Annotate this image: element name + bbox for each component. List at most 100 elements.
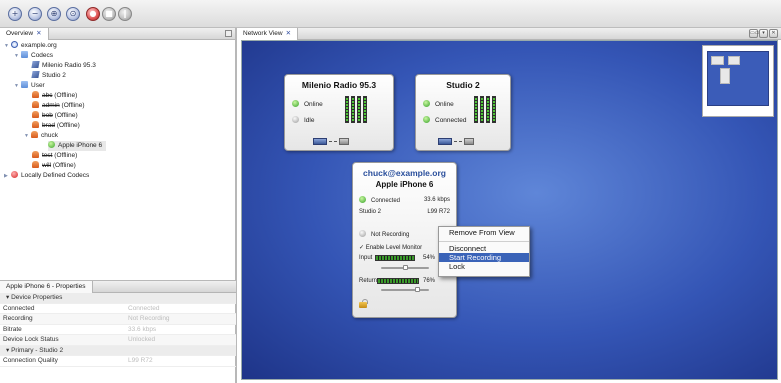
menu-item-start-recording[interactable]: Start Recording [439,253,529,262]
card-title: Milenio Radio 95.3 [301,80,377,90]
user-name: bob [42,112,53,119]
user-icon [32,161,39,168]
unlock-icon[interactable] [359,299,368,308]
minimap-viewport[interactable] [707,51,769,106]
connection-icons [313,138,349,145]
network-canvas[interactable]: Milenio Radio 95.3 Online Idle Studio 2 … [241,40,778,380]
pause-icon[interactable]: ‖ [118,7,132,21]
connected-status-icon [48,141,55,148]
close-window-icon[interactable]: ✕ [769,29,778,38]
tree-item-local-codecs[interactable]: ▶ Locally Defined Codecs [4,171,89,181]
user-icon [32,111,39,118]
return-slider[interactable] [381,287,429,292]
tab-properties[interactable]: Apple iPhone 6 - Properties [0,281,93,293]
tile-icon[interactable]: ▭▭ [749,29,759,38]
close-icon[interactable]: ✕ [286,30,291,37]
network-tab-bar: Network View ✕ ▭▭ ▾ ✕ [237,28,781,40]
overview-minimap[interactable] [702,45,774,117]
expand-arrow-icon[interactable]: ▼ [24,131,31,141]
idle-status-icon [292,116,299,123]
tree-item-user-folder[interactable]: ▼ User [14,81,45,91]
local-codecs-label: Locally Defined Codecs [21,172,90,179]
level-meter [486,96,490,123]
recording-line: Not Recording [359,230,450,239]
expand-arrow-icon[interactable]: ▼ [14,81,21,91]
menu-item-remove-from-view[interactable]: Remove From View [439,227,529,239]
tab-properties-label: Apple iPhone 6 - Properties [6,283,86,290]
slider-handle[interactable] [415,287,420,292]
tree-item-user[interactable]: bob (Offline) [32,111,78,121]
user-icon [32,91,39,98]
user-name: chuck [41,132,58,139]
local-codecs-icon [11,171,18,178]
codec-card-milenio[interactable]: Milenio Radio 95.3 Online Idle [284,74,394,151]
minimize-icon[interactable] [225,30,232,37]
zoom-in-icon[interactable]: + [8,7,22,21]
quality-value: L99 R72 [427,209,450,215]
level-meter [480,96,484,123]
tree-item-user[interactable]: admin (Offline) [32,101,85,111]
menu-item-lock[interactable]: Lock [439,262,529,271]
properties-panel: Apple iPhone 6 - Properties ▾ Device Pro… [0,280,236,383]
status-label: Online [435,101,454,108]
status-connected: Connected [423,116,466,125]
level-meters [345,96,367,123]
user-status: (Offline) [56,122,80,129]
codec-icon [31,71,40,78]
zoom-fit-icon[interactable]: ⊕ [47,7,61,21]
stop-icon[interactable]: ■ [102,7,116,21]
user-name: abc [42,92,53,99]
menu-item-disconnect[interactable]: Disconnect [439,244,529,253]
property-row: Connected Connected [0,304,236,314]
tree-item-codecs[interactable]: ▼ Codecs [14,51,53,61]
connection-icons [438,138,474,145]
record-icon[interactable]: ● [86,7,100,21]
slider-handle[interactable] [403,265,408,270]
zoom-out-icon[interactable]: − [28,7,42,21]
level-meter [357,96,361,123]
codec-card-studio2[interactable]: Studio 2 Online Connected [415,74,511,151]
codec-icon [31,61,40,68]
tree-codec-label: Milenio Radio 95.3 [42,62,96,69]
tree-item-user-chuck[interactable]: ▼ chuck [24,131,58,141]
globe-icon [11,41,18,48]
property-group-primary[interactable]: ▾ Primary - Studio 2 [0,345,236,356]
user-status: (Offline) [54,92,78,99]
tree-item-user[interactable]: brad (Offline) [32,121,80,131]
status-label: Connected [435,117,467,124]
network-device-icon [464,138,474,145]
tree-item-device[interactable]: Apple iPhone 6 [48,141,107,151]
tree-item-codec[interactable]: Milenio Radio 95.3 [31,61,96,71]
tab-overview[interactable]: Overview ✕ [0,28,49,40]
tree-item-codec[interactable]: Studio 2 [31,71,66,81]
tree-item-user[interactable]: abc (Offline) [32,91,77,101]
folder-icon [21,51,28,58]
input-label: Input [359,255,373,261]
minimap-card [711,56,724,65]
user-status: (Offline) [54,112,78,119]
computer-icon [313,138,327,145]
tree-item-root[interactable]: ▼ example.org [4,41,57,51]
user-name: will [42,162,52,169]
expand-arrow-icon[interactable]: ▼ [14,51,21,61]
tree-item-user[interactable]: test (Offline) [32,151,77,161]
return-level-meter [377,278,419,284]
level-monitor-checkbox[interactable]: ✓ Enable Level Monitor [359,244,450,252]
status-online: Online [292,100,323,109]
input-slider[interactable] [381,265,429,270]
expand-arrow-icon[interactable]: ▼ [4,41,11,51]
property-row: Recording Not Recording [0,314,236,325]
tree-codecs-label: Codecs [31,52,54,59]
property-group-device[interactable]: ▾ Device Properties [0,293,236,304]
peer-line: Studio 2 L99 R72 [359,208,450,216]
expand-arrow-icon[interactable]: ▶ [4,171,11,181]
status-online: Online [423,100,454,109]
tab-network-view[interactable]: Network View ✕ [237,28,299,40]
left-panel: Overview ✕ ▼ example.org ▼ Codecs Milenio R… [0,28,236,383]
connected-status-icon [423,116,430,123]
dropdown-icon[interactable]: ▾ [759,29,768,38]
close-icon[interactable]: ✕ [36,30,41,37]
zoom-reset-icon[interactable]: ⊙ [66,7,80,21]
level-meter [351,96,355,123]
tree-item-user[interactable]: will (Offline) [32,161,76,171]
